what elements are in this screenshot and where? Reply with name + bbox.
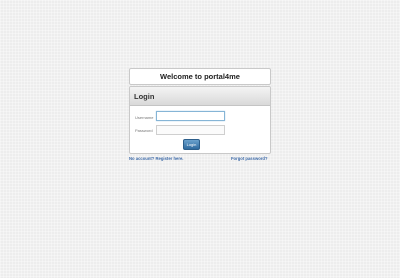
login-panel: Login Username Password Login (129, 86, 271, 154)
login-panel-header: Login (130, 87, 270, 106)
login-button[interactable]: Login (183, 139, 200, 150)
welcome-title: Welcome to portal4me (160, 72, 240, 81)
username-label: Username (135, 115, 154, 120)
forgot-password-link[interactable]: Forgot password? (231, 156, 268, 161)
welcome-banner: Welcome to portal4me (129, 68, 271, 85)
username-input[interactable] (156, 111, 225, 121)
password-label: Password (135, 128, 153, 133)
login-heading: Login (134, 91, 155, 101)
register-link[interactable]: No account? Register here. (129, 156, 183, 161)
password-input[interactable] (156, 125, 225, 135)
